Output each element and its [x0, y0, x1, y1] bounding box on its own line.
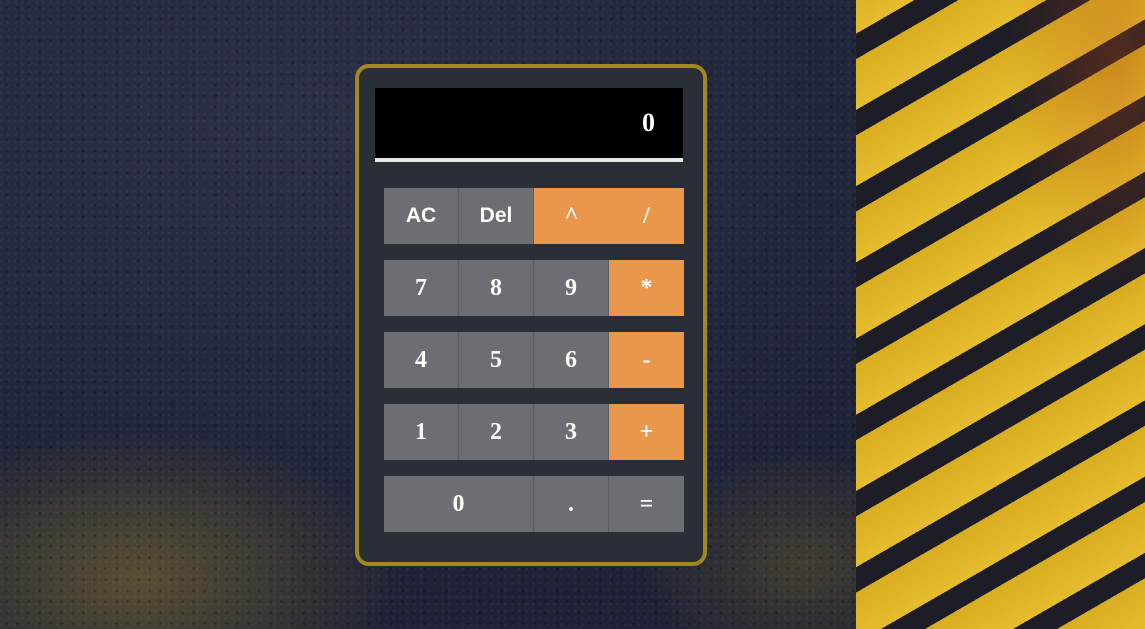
- keypad-row-4: 1 2 3 +: [384, 404, 684, 460]
- digit-0-button[interactable]: 0: [384, 476, 534, 532]
- decimal-button[interactable]: .: [534, 476, 609, 532]
- digit-3-button[interactable]: 3: [534, 404, 609, 460]
- display-value: 0: [642, 108, 655, 137]
- digit-4-button[interactable]: 4: [384, 332, 459, 388]
- delete-button[interactable]: Del: [459, 188, 534, 244]
- add-button[interactable]: +: [609, 404, 684, 460]
- keypad-row-3: 4 5 6 -: [384, 332, 684, 388]
- subtract-button[interactable]: -: [609, 332, 684, 388]
- keypad-row-2: 7 8 9 *: [384, 260, 684, 316]
- digit-7-button[interactable]: 7: [384, 260, 459, 316]
- keypad: AC Del ^ / 7 8 9 * 4 5 6 - 1 2 3 + 0 . =: [384, 188, 684, 548]
- calculator: 0 AC Del ^ / 7 8 9 * 4 5 6 - 1 2 3 + 0 .: [355, 64, 707, 566]
- hazard-stripes: [856, 0, 1145, 629]
- keypad-row-1: AC Del ^ /: [384, 188, 684, 244]
- digit-2-button[interactable]: 2: [459, 404, 534, 460]
- digit-9-button[interactable]: 9: [534, 260, 609, 316]
- multiply-button[interactable]: *: [609, 260, 684, 316]
- calculator-display: 0: [375, 88, 683, 162]
- keypad-row-5: 0 . =: [384, 476, 684, 532]
- power-button[interactable]: ^: [534, 188, 609, 244]
- digit-5-button[interactable]: 5: [459, 332, 534, 388]
- digit-8-button[interactable]: 8: [459, 260, 534, 316]
- digit-1-button[interactable]: 1: [384, 404, 459, 460]
- equals-button[interactable]: =: [609, 476, 684, 532]
- clear-all-button[interactable]: AC: [384, 188, 459, 244]
- divide-button[interactable]: /: [609, 188, 684, 244]
- digit-6-button[interactable]: 6: [534, 332, 609, 388]
